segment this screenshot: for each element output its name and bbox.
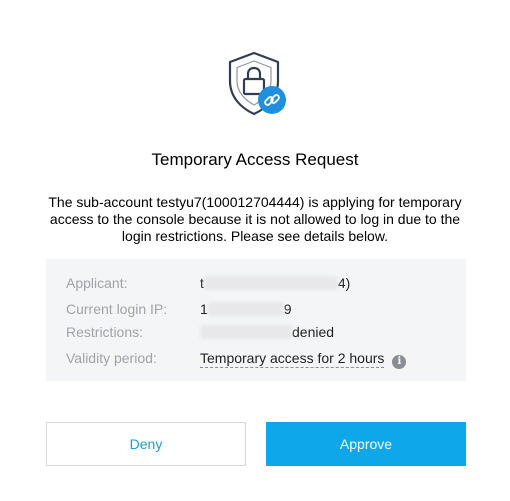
redacted-mask	[203, 276, 338, 290]
redacted-mask	[207, 302, 284, 316]
applicant-row: Applicant: t 4)	[66, 273, 456, 293]
redacted-mask	[200, 325, 292, 339]
request-details-panel: Applicant: t 4) Current login IP: 19 Rest…	[46, 259, 466, 381]
login-ip-row: Current login IP: 19	[66, 299, 456, 319]
applicant-label: Applicant:	[66, 275, 128, 291]
dialog-description: The sub-account testyu7(100012704444) is…	[48, 194, 462, 244]
validity-value: Temporary access for 2 hours i	[200, 348, 407, 369]
validity-row: Validity period: Temporary access for 2 …	[66, 348, 456, 369]
restrictions-value-end: denied	[292, 324, 335, 340]
login-ip-value-end: 9	[283, 301, 292, 317]
info-icon[interactable]: i	[392, 355, 407, 369]
restrictions-value: denied	[200, 322, 334, 342]
applicant-value-end: 4)	[337, 275, 351, 291]
validity-period-text[interactable]: Temporary access for 2 hours	[200, 350, 385, 368]
applicant-value: t 4)	[200, 273, 350, 293]
restrictions-label: Restrictions:	[66, 324, 144, 340]
login-ip-value: 19	[200, 299, 292, 319]
validity-label: Validity period:	[66, 350, 157, 366]
login-ip-label: Current login IP:	[66, 301, 168, 317]
temporary-access-dialog: Temporary Access Request The sub-account…	[0, 0, 510, 501]
dialog-title: Temporary Access Request	[151, 150, 359, 169]
restrictions-row: Restrictions: denied	[66, 322, 456, 342]
login-ip-value-start: 1	[200, 301, 208, 317]
deny-button[interactable]: Deny	[46, 422, 246, 466]
approve-button[interactable]: Approve	[266, 422, 466, 466]
shield-lock-icon	[220, 48, 292, 120]
